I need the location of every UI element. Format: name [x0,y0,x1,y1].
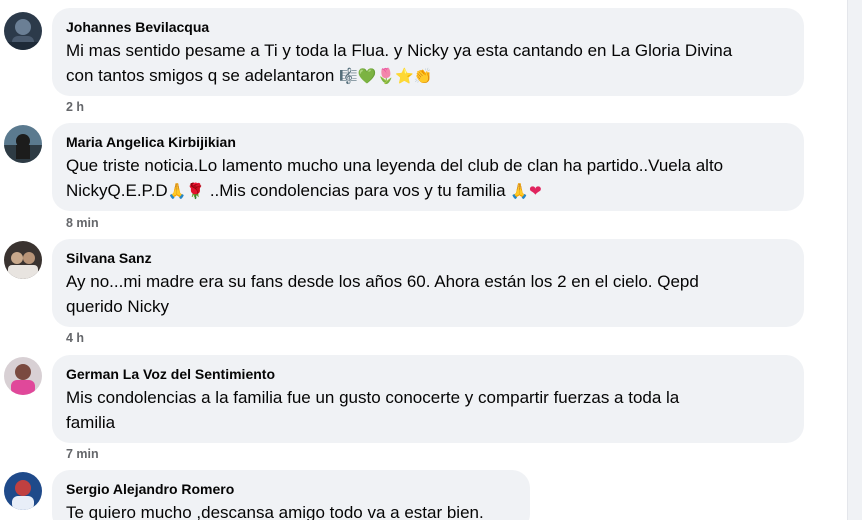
comment-timestamp[interactable]: 7 min [66,447,99,461]
comment-text: Te quiero mucho ,descansa amigo todo va … [66,500,516,520]
comment-bubble: Sergio Alejandro Romero Te quiero mucho … [52,470,530,520]
comment-text-line: con tantos smigos q se adelantaron 🎼💚🌷⭐👏 [66,63,790,89]
comment-author[interactable]: Sergio Alejandro Romero [66,480,516,498]
comment-author[interactable]: German La Voz del Sentimiento [66,365,790,383]
scrollbar[interactable] [847,0,862,520]
comment-item: Sergio Alejandro Romero Te quiero mucho … [0,470,840,520]
comment-text-segment: con tantos smigos q se adelantaron [66,66,335,85]
comment-timestamp[interactable]: 8 min [66,216,99,230]
comment-text: Mis condolencias a la familia fue un gus… [66,385,790,435]
comment-bubble: German La Voz del Sentimiento Mis condol… [52,355,804,443]
avatar[interactable] [4,12,42,50]
comment-text-line: Te quiero mucho ,descansa amigo todo va … [66,503,484,520]
folded-hands-emoji: 🙏 [167,182,187,200]
comment-text-line: NickyQ.E.P.D🙏🌹 ..Mis condolencias para v… [66,178,790,204]
comment-item: Maria Angelica Kirbijikian Que triste no… [0,123,840,233]
comment-item: Silvana Sanz Ay no...mi madre era su fan… [0,239,840,349]
comment-bubble: Maria Angelica Kirbijikian Que triste no… [52,123,804,211]
comment-item: Johannes Bevilacqua Mi mas sentido pesam… [0,8,840,118]
comment-text-line: Que triste noticia.Lo lamento mucho una … [66,156,724,175]
comments-page: Johannes Bevilacqua Mi mas sentido pesam… [0,0,862,520]
comment-author[interactable]: Silvana Sanz [66,249,790,267]
comment-author[interactable]: Johannes Bevilacqua [66,18,790,36]
comment-timestamp[interactable]: 4 h [66,331,84,345]
comment-text: Ay no...mi madre era su fans desde los a… [66,269,790,319]
comment-text-line: querido Nicky [66,297,169,316]
comment-text-line: Ay no...mi madre era su fans desde los a… [66,272,699,291]
comment-bubble: Silvana Sanz Ay no...mi madre era su fan… [52,239,804,327]
heart-emoji: ❤ [528,182,542,200]
music-notes-emoji: 🎼 [339,67,358,85]
comment-text-segment: ..Mis condolencias para vos y tu familia [205,181,511,200]
star-emoji: ⭐ [395,67,414,85]
comment-text-line: familia [66,413,116,432]
avatar[interactable] [4,357,42,395]
comment-item: German La Voz del Sentimiento Mis condol… [0,355,840,465]
comment-bubble: Johannes Bevilacqua Mi mas sentido pesam… [52,8,804,96]
clapping-hands-emoji: 👏 [413,67,433,85]
avatar[interactable] [4,241,42,279]
comment-text-line: Mi mas sentido pesame a Ti y toda la Flu… [66,41,733,60]
comment-text: Mi mas sentido pesame a Ti y toda la Flu… [66,38,790,89]
comment-text-segment: NickyQ.E.P.D [66,181,168,200]
rose-emoji: 🌹 [186,182,206,200]
tulip-emoji: 🌷 [376,67,396,85]
comment-text: Que triste noticia.Lo lamento mucho una … [66,153,790,204]
folded-hands-emoji: 🙏 [510,182,529,200]
comment-text-line: Mis condolencias a la familia fue un gus… [66,388,680,407]
comment-timestamp[interactable]: 2 h [66,100,84,114]
green-heart-emoji: 💚 [357,67,377,85]
avatar[interactable] [4,472,42,510]
comment-author[interactable]: Maria Angelica Kirbijikian [66,133,790,151]
avatar[interactable] [4,125,42,163]
